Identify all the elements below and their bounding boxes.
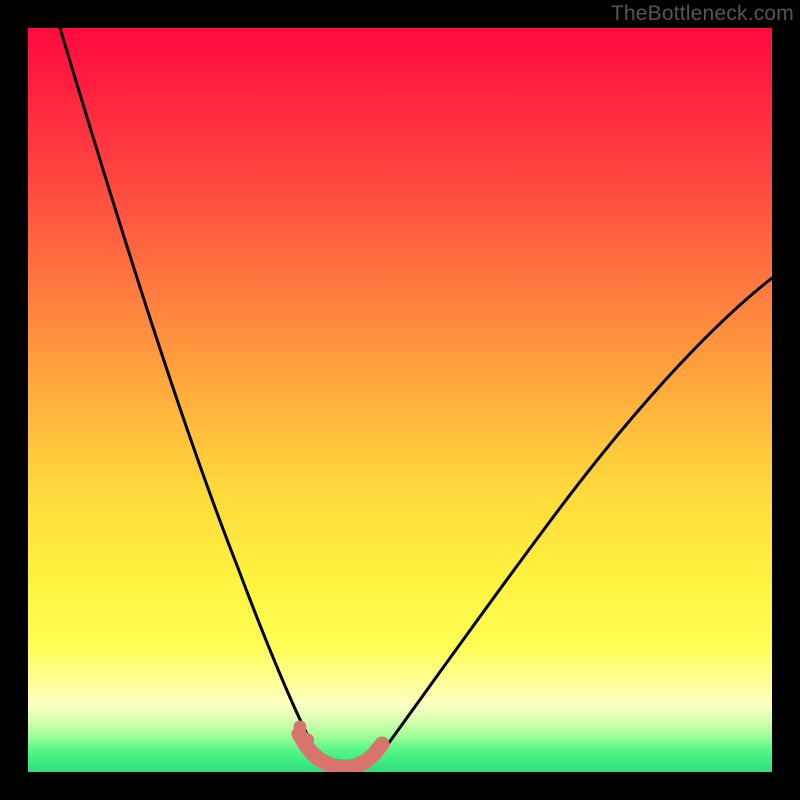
bottleneck-curve-right <box>348 278 772 768</box>
optimum-marker-dot <box>294 721 307 734</box>
watermark-text: TheBottleneck.com <box>611 2 794 26</box>
bottleneck-curve-left <box>60 28 348 768</box>
chart-frame <box>28 28 772 772</box>
chart-svg <box>28 28 772 772</box>
optimum-marker-dot <box>300 733 314 747</box>
